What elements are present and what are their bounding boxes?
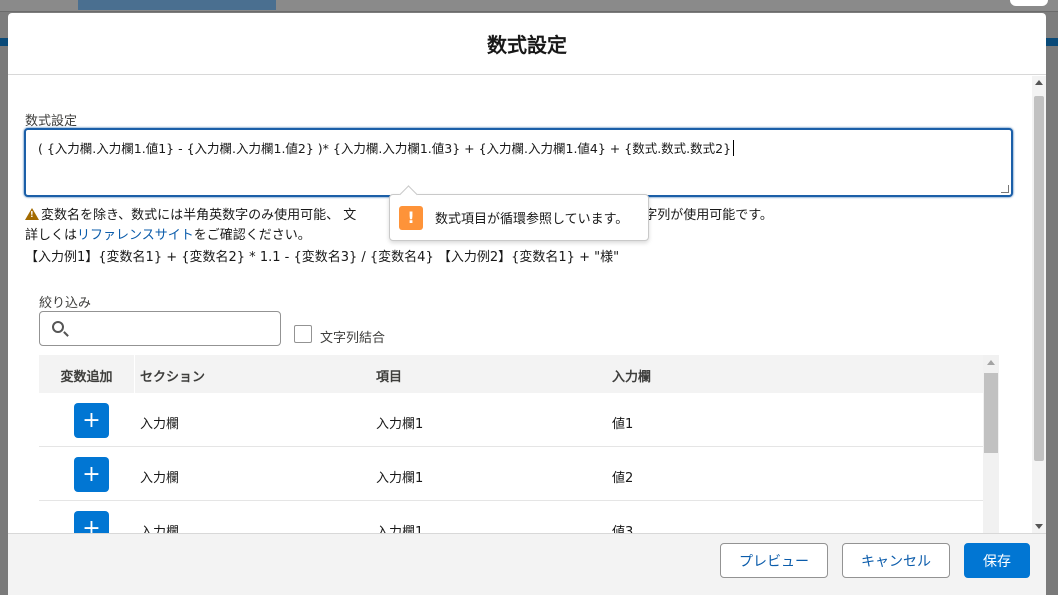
table-header: 変数追加 セクション 項目 入力欄 [39,355,983,393]
search-icon [52,321,64,333]
table-scrollbar[interactable] [983,355,999,533]
variable-table: 変数追加 セクション 項目 入力欄 + 入力欄 入力欄1 値1 + 入力欄 入力… [39,355,999,533]
cancel-button[interactable]: キャンセル [842,543,950,578]
formula-note-line2: 詳しくはリファレンスサイトをご確認ください。 [25,224,311,243]
table-row: + 入力欄 入力欄1 値2 [39,447,983,501]
add-variable-button[interactable]: + [74,457,109,492]
table-scroll-thumb[interactable] [984,373,998,453]
cell-section: 入力欄 [140,417,180,432]
modal-footer: プレビュー キャンセル 保存 [8,533,1046,595]
note-line1-text: 変数名を除き、数式には半角英数字のみ使用可能、 文 [41,208,357,223]
formula-label: 数式設定 [25,114,78,129]
modal-header: 数式設定 [8,13,1046,75]
circular-reference-tooltip: ! 数式項目が循環参照しています。 [389,194,649,241]
background-left [0,46,8,595]
warning-icon: ! [399,205,423,230]
modal-scroll-thumb[interactable] [1034,96,1044,461]
background-corner [1010,0,1048,6]
column-header-item[interactable]: 項目 [376,366,402,385]
formula-settings-modal: 数式設定 数式設定 ( {入力欄.入力欄1.値1} - {入力欄.入力欄1.値2… [8,13,1046,595]
tooltip-text: 数式項目が循環参照しています。 [435,212,629,227]
scroll-down-icon[interactable] [1035,524,1043,529]
modal-title: 数式設定 [487,33,567,57]
formula-text: ( {入力欄.入力欄1.値1} - {入力欄.入力欄1.値2} )* {入力欄.… [38,141,732,156]
search-input[interactable] [39,311,281,346]
scroll-up-icon[interactable] [1035,80,1043,85]
filter-label: 絞り込み [39,296,92,311]
cell-section: 入力欄 [140,471,180,486]
scroll-up-icon[interactable] [987,360,995,365]
cell-section: 入力欄 [140,525,180,533]
string-concat-checkbox[interactable] [294,325,312,343]
add-variable-button[interactable]: + [74,403,109,438]
cell-input: 値3 [612,525,634,533]
text-caret [733,140,735,156]
string-concat-label[interactable]: 文字列結合 [320,327,385,346]
formula-textarea[interactable]: ( {入力欄.入力欄1.値1} - {入力欄.入力欄1.値2} )* {入力欄.… [24,128,1013,197]
column-divider [134,355,135,393]
cell-item: 入力欄1 [376,471,424,486]
add-variable-button[interactable]: + [74,511,109,533]
save-button[interactable]: 保存 [964,543,1030,578]
column-header-input[interactable]: 入力欄 [612,366,651,385]
formula-example: 【入力例1】{変数名1} + {変数名2} * 1.1 - {変数名3} / {… [25,250,620,265]
background-tab [78,0,276,10]
modal-scrollbar[interactable] [1032,76,1046,533]
background-right [1046,46,1058,595]
cell-input: 値1 [612,417,634,432]
modal-body[interactable]: 数式設定 ( {入力欄.入力欄1.値1} - {入力欄.入力欄1.値2} )* … [8,76,1032,533]
column-header-add: 変数追加 [60,370,113,385]
reference-site-link[interactable]: リファレンスサイト [77,228,194,243]
table-row: + 入力欄 入力欄1 値3 [39,501,983,533]
preview-button[interactable]: プレビュー [720,543,828,578]
column-header-section[interactable]: セクション [140,366,205,385]
cell-input: 値2 [612,471,634,486]
cell-item: 入力欄1 [376,525,424,533]
note-line2-post: をご確認ください。 [193,228,311,243]
note-line2-pre: 詳しくは [25,228,78,243]
warning-icon [25,207,39,220]
table-row: + 入力欄 入力欄1 値1 [39,393,983,447]
resize-grip-icon[interactable] [1001,185,1009,193]
cell-item: 入力欄1 [376,417,424,432]
